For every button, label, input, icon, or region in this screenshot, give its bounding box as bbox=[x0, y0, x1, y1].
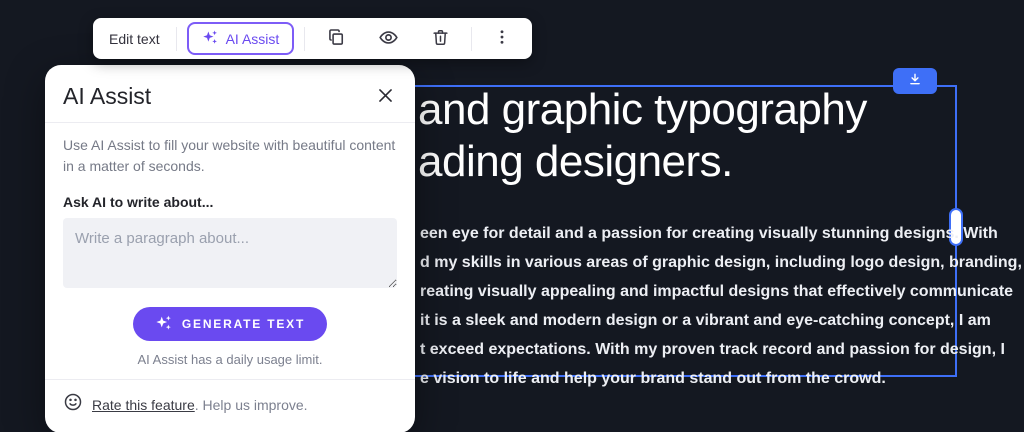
edit-text-button[interactable]: Edit text bbox=[109, 31, 160, 47]
trash-icon bbox=[431, 28, 450, 50]
generate-text-label: GENERATE TEXT bbox=[182, 317, 305, 331]
hero-heading: and graphic typography ading designers. bbox=[418, 84, 867, 188]
rate-feature-rest: . Help us improve. bbox=[195, 397, 308, 413]
close-button[interactable] bbox=[373, 85, 397, 109]
eye-icon bbox=[378, 27, 399, 51]
modal-body: Use AI Assist to fill your website with … bbox=[45, 123, 415, 367]
ai-assist-button-label: AI Assist bbox=[226, 31, 280, 47]
generate-text-button[interactable]: GENERATE TEXT bbox=[133, 307, 327, 341]
ai-assist-button[interactable]: AI Assist bbox=[187, 22, 295, 55]
usage-note: AI Assist has a daily usage limit. bbox=[63, 352, 397, 367]
paragraph-line: reating visually appealing and impactful… bbox=[420, 277, 1022, 306]
paragraph-line: it is a sleek and modern design or a vib… bbox=[420, 306, 1022, 335]
modal-description: Use AI Assist to fill your website with … bbox=[63, 135, 397, 177]
hero-paragraph: een eye for detail and a passion for cre… bbox=[420, 219, 1022, 393]
rate-feature-text: Rate this feature. Help us improve. bbox=[92, 397, 308, 413]
smiley-icon bbox=[63, 392, 83, 417]
close-icon bbox=[376, 86, 395, 108]
prompt-label: Ask AI to write about... bbox=[63, 194, 397, 210]
paragraph-line: e vision to life and help your brand sta… bbox=[420, 364, 1022, 393]
delete-button[interactable] bbox=[420, 22, 461, 55]
ai-assist-modal: AI Assist Use AI Assist to fill your web… bbox=[45, 65, 415, 432]
toolbar-divider bbox=[471, 27, 472, 51]
paragraph-line: een eye for detail and a passion for cre… bbox=[420, 219, 1022, 248]
hero-heading-line: ading designers. bbox=[418, 136, 867, 188]
toolbar-divider bbox=[176, 27, 177, 51]
text-element-toolbar: Edit text AI Assist bbox=[93, 18, 532, 59]
paragraph-line: d my skills in various areas of graphic … bbox=[420, 248, 1022, 277]
toolbar-divider bbox=[304, 27, 305, 51]
block-drag-handle[interactable] bbox=[893, 68, 937, 94]
copy-icon bbox=[326, 27, 346, 50]
more-options-button[interactable] bbox=[482, 22, 522, 55]
sparkles-icon bbox=[155, 314, 173, 335]
hero-heading-line: and graphic typography bbox=[418, 84, 867, 136]
modal-title: AI Assist bbox=[63, 83, 151, 110]
sparkles-icon bbox=[202, 29, 219, 49]
modal-header: AI Assist bbox=[45, 83, 415, 122]
rate-feature-link[interactable]: Rate this feature bbox=[92, 397, 195, 413]
paragraph-line: t exceed expectations. With my proven tr… bbox=[420, 335, 1022, 364]
modal-footer: Rate this feature. Help us improve. bbox=[45, 379, 415, 417]
duplicate-button[interactable] bbox=[315, 22, 357, 55]
visibility-button[interactable] bbox=[367, 22, 410, 55]
prompt-textarea[interactable] bbox=[63, 218, 397, 288]
download-icon bbox=[908, 72, 922, 91]
kebab-icon bbox=[493, 28, 511, 49]
